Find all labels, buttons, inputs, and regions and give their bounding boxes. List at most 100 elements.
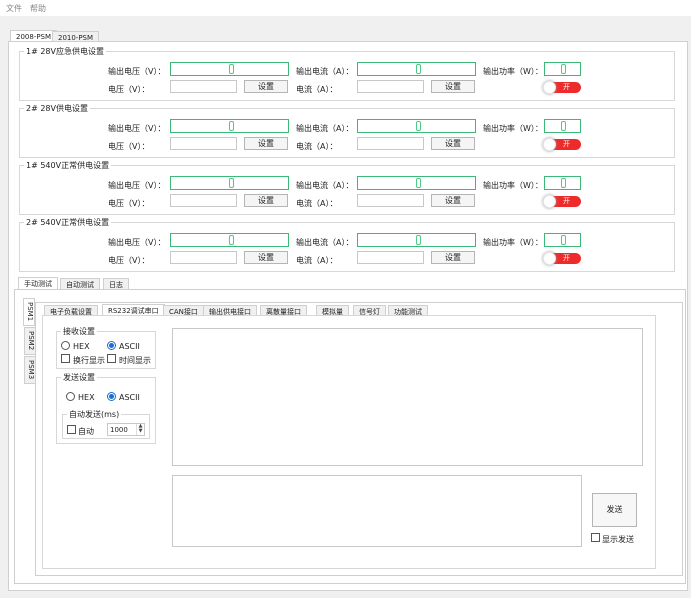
voltage-input[interactable] (170, 251, 237, 264)
out-current-display (357, 119, 476, 133)
time-label: 时间显示 (119, 356, 151, 365)
switch-label: 开 (563, 254, 570, 262)
power-switch[interactable]: 开 (543, 252, 581, 265)
switch-label: 开 (563, 83, 570, 91)
current-label: 电流（A）： (296, 199, 338, 208)
current-label: 电流（A）： (296, 142, 338, 151)
out-current-display (357, 62, 476, 76)
out-power-label: 输出功率（W）： (483, 67, 543, 76)
out-current-display (357, 233, 476, 247)
out-voltage-label: 输出电压（V）： (108, 181, 166, 190)
show-send-checkbox[interactable] (591, 533, 600, 542)
lcd-digit (416, 64, 421, 74)
tab-psm1[interactable]: PSM1 (23, 298, 35, 326)
send-button[interactable]: 发送 (592, 493, 637, 527)
out-current-label: 输出电流（A）： (296, 181, 354, 190)
lcd-digit (416, 178, 421, 188)
power-switch[interactable]: 开 (543, 138, 581, 151)
lcd-digit (229, 235, 234, 245)
show-send-label: 显示发送 (602, 535, 634, 544)
lcd-digit (561, 121, 566, 131)
voltage-label: 电压（V）： (108, 256, 150, 265)
lcd-digit (416, 235, 421, 245)
tab-manual-test[interactable]: 手动测试 (18, 277, 58, 289)
out-voltage-display (170, 62, 289, 76)
set-voltage-button[interactable]: 设置 (244, 137, 288, 150)
voltage-input[interactable] (170, 194, 237, 207)
power-switch[interactable]: 开 (543, 81, 581, 94)
group-title: 1# 540V正常供电设置 (24, 160, 112, 171)
out-current-label: 输出电流（A）： (296, 124, 354, 133)
send-textarea[interactable] (172, 475, 582, 547)
group-title: 1# 28V应急供电设置 (24, 46, 106, 57)
switch-label: 开 (563, 197, 570, 205)
send-hex-label: HEX (78, 393, 95, 402)
out-voltage-display (170, 233, 289, 247)
switch-knob (543, 252, 556, 265)
out-current-label: 输出电流（A）： (296, 238, 354, 247)
out-current-label: 输出电流（A）： (296, 67, 354, 76)
lcd-digit (561, 235, 566, 245)
out-voltage-display (170, 176, 289, 190)
out-current-display (357, 176, 476, 190)
set-voltage-button[interactable]: 设置 (244, 251, 288, 264)
set-current-button[interactable]: 设置 (431, 137, 475, 150)
voltage-label: 电压（V）： (108, 199, 150, 208)
group-title: 2# 28V供电设置 (24, 103, 90, 114)
set-voltage-button[interactable]: 设置 (244, 194, 288, 207)
out-voltage-label: 输出电压（V）： (108, 67, 166, 76)
newline-label: 换行显示 (73, 356, 105, 365)
voltage-input[interactable] (170, 137, 237, 150)
send-hex-radio[interactable] (66, 392, 75, 401)
current-label: 电流（A）： (296, 85, 338, 94)
switch-knob (543, 81, 556, 94)
lcd-digit (229, 178, 234, 188)
current-input[interactable] (357, 251, 424, 264)
auto-send-interval[interactable]: 1000 ▲ ▼ (107, 423, 145, 436)
set-current-button[interactable]: 设置 (431, 194, 475, 207)
power-switch[interactable]: 开 (543, 195, 581, 208)
voltage-input[interactable] (170, 80, 237, 93)
receive-ascii-label: ASCII (119, 342, 140, 351)
menu-file[interactable]: 文件 (6, 3, 22, 14)
out-power-label: 输出功率（W）： (483, 181, 543, 190)
current-label: 电流（A）： (296, 256, 338, 265)
lcd-digit (561, 178, 566, 188)
interval-value: 1000 (110, 426, 128, 434)
out-voltage-label: 输出电压（V）： (108, 238, 166, 247)
switch-label: 开 (563, 140, 570, 148)
out-voltage-display (170, 119, 289, 133)
out-power-display (544, 176, 581, 190)
send-ascii-radio[interactable] (107, 392, 116, 401)
current-input[interactable] (357, 137, 424, 150)
current-input[interactable] (357, 80, 424, 93)
auto-send-checkbox[interactable] (67, 425, 76, 434)
lcd-digit (229, 64, 234, 74)
receive-ascii-radio[interactable] (107, 341, 116, 350)
out-power-label: 输出功率（W）： (483, 124, 543, 133)
auto-send-label: 自动 (78, 427, 94, 436)
newline-checkbox[interactable] (61, 354, 70, 363)
send-ascii-label: ASCII (119, 393, 140, 402)
voltage-label: 电压（V）： (108, 85, 150, 94)
set-voltage-button[interactable]: 设置 (244, 80, 288, 93)
out-power-display (544, 62, 581, 76)
receive-hex-radio[interactable] (61, 341, 70, 350)
set-current-button[interactable]: 设置 (431, 251, 475, 264)
receive-legend: 接收设置 (61, 326, 97, 337)
switch-knob (543, 195, 556, 208)
out-power-display (544, 119, 581, 133)
current-input[interactable] (357, 194, 424, 207)
receive-textarea[interactable] (172, 328, 643, 466)
out-power-label: 输出功率（W）： (483, 238, 543, 247)
out-voltage-label: 输出电压（V）： (108, 124, 166, 133)
lcd-digit (561, 64, 566, 74)
set-current-button[interactable]: 设置 (431, 80, 475, 93)
menu-help[interactable]: 帮助 (30, 3, 46, 14)
time-checkbox[interactable] (107, 354, 116, 363)
lcd-digit (229, 121, 234, 131)
spin-arrows-icon[interactable]: ▲ ▼ (136, 424, 144, 435)
send-legend: 发送设置 (61, 372, 97, 383)
lcd-digit (416, 121, 421, 131)
voltage-label: 电压（V）： (108, 142, 150, 151)
